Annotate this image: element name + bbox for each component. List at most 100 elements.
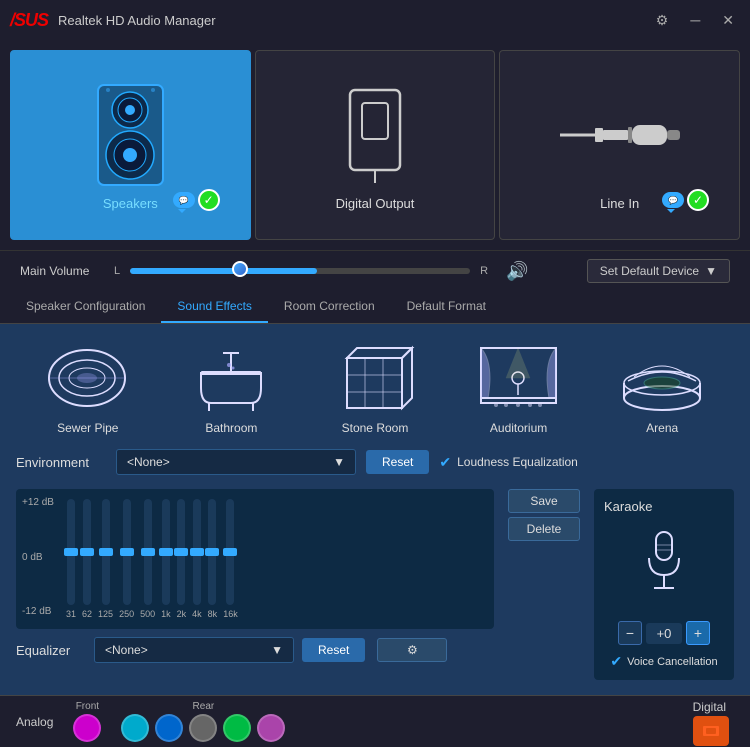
karaoke-plus-button[interactable]: + bbox=[686, 621, 710, 645]
voice-cancellation-checkbox[interactable]: ✔ Voice Cancellation bbox=[610, 653, 717, 670]
close-button[interactable]: ✕ bbox=[716, 10, 740, 31]
karaoke-value: +0 bbox=[646, 623, 682, 644]
eq-band-4k[interactable]: 4k bbox=[192, 499, 202, 619]
bottom-bar: Analog Front Rear Digital bbox=[0, 695, 750, 747]
front-label: Front bbox=[76, 701, 99, 712]
device-card-digital-output[interactable]: Digital Output bbox=[255, 50, 496, 240]
rear-jack-2[interactable] bbox=[155, 714, 183, 742]
asus-logo: /SUS bbox=[10, 10, 48, 31]
titlebar-controls: ⚙ ─ ✕ bbox=[650, 10, 740, 31]
speech-bubble-icon: 💬 bbox=[173, 192, 195, 208]
rear-jacks-row bbox=[121, 714, 285, 742]
eq-settings-button[interactable]: ⚙ bbox=[377, 638, 447, 662]
auditorium-icon bbox=[474, 340, 564, 415]
line-in-speech-icon: 💬 bbox=[662, 192, 684, 208]
minimize-button[interactable]: ─ bbox=[684, 10, 706, 30]
env-item-bathroom[interactable]: Bathroom bbox=[186, 340, 276, 435]
delete-button[interactable]: Delete bbox=[508, 517, 581, 541]
eq-band-16k[interactable]: 16k bbox=[223, 499, 238, 619]
front-jack[interactable] bbox=[73, 714, 101, 742]
eq-area: +12 dB 0 dB -12 dB 31 62 bbox=[16, 489, 734, 680]
karaoke-controls: − +0 + bbox=[618, 621, 710, 645]
line-in-label: Line In bbox=[600, 196, 639, 211]
digital-jack-icon[interactable] bbox=[693, 716, 729, 746]
check-icon: ✓ bbox=[198, 189, 220, 211]
line-in-check-icon: ✓ bbox=[687, 189, 709, 211]
volume-slider-track[interactable] bbox=[130, 268, 470, 274]
eq-band-31[interactable]: 31 bbox=[66, 499, 76, 619]
tab-speaker-configuration[interactable]: Speaker Configuration bbox=[10, 291, 161, 323]
speakers-status: 💬 ✓ bbox=[173, 189, 220, 211]
eq-band-1k[interactable]: 1k bbox=[161, 499, 171, 619]
stone-room-label: Stone Room bbox=[342, 421, 409, 435]
eq-band-8k[interactable]: 8k bbox=[208, 499, 218, 619]
eq-sliders-container: +12 dB 0 dB -12 dB 31 62 bbox=[16, 489, 494, 629]
digital-output-icon bbox=[335, 80, 415, 190]
speakers-icon bbox=[90, 80, 170, 190]
stone-room-icon bbox=[330, 340, 420, 415]
speakers-label: Speakers bbox=[103, 196, 158, 211]
voice-cancel-check-icon: ✔ bbox=[610, 653, 622, 670]
rear-jack-5[interactable] bbox=[257, 714, 285, 742]
tab-default-format[interactable]: Default Format bbox=[391, 291, 502, 323]
device-card-speakers[interactable]: 💬 ✓ Speakers bbox=[10, 50, 251, 240]
save-delete-buttons: Save Delete bbox=[508, 489, 581, 541]
bathroom-icon bbox=[186, 340, 276, 415]
equalizer-main: +12 dB 0 dB -12 dB 31 62 bbox=[16, 489, 494, 680]
eq-band-125[interactable]: 125 bbox=[98, 499, 113, 619]
env-item-sewer-pipe[interactable]: Sewer Pipe bbox=[43, 340, 133, 435]
dropdown-arrow-icon: ▼ bbox=[333, 455, 345, 469]
front-jacks-group: Front bbox=[73, 701, 101, 742]
eq-band-250[interactable]: 250 bbox=[119, 499, 134, 619]
equalizer-dropdown[interactable]: <None> ▼ bbox=[94, 637, 294, 663]
front-jacks-row bbox=[73, 714, 101, 742]
r-label: R bbox=[480, 265, 488, 277]
environment-icons-row: Sewer Pipe bbox=[16, 340, 734, 435]
main-window: /SUS Realtek HD Audio Manager ⚙ ─ ✕ bbox=[0, 0, 750, 747]
auditorium-label: Auditorium bbox=[490, 421, 547, 435]
digital-section: Digital bbox=[693, 698, 734, 746]
bathroom-label: Bathroom bbox=[205, 421, 257, 435]
volume-label: Main Volume bbox=[20, 264, 100, 278]
check-icon: ✔ bbox=[439, 454, 451, 471]
volume-area: Main Volume L R 🔊 Set Default Device ▼ bbox=[0, 250, 750, 291]
equalizer-label: Equalizer bbox=[16, 643, 86, 658]
digital-output-label: Digital Output bbox=[336, 196, 415, 211]
eq-band-2k[interactable]: 2k bbox=[177, 499, 187, 619]
window-title: Realtek HD Audio Manager bbox=[58, 13, 640, 28]
karaoke-minus-button[interactable]: − bbox=[618, 621, 642, 645]
eq-dropdown-arrow-icon: ▼ bbox=[271, 643, 283, 657]
eq-save-delete-col: Save Delete bbox=[504, 489, 584, 680]
loudness-equalization-checkbox[interactable]: ✔ Loudness Equalization bbox=[439, 454, 578, 471]
tab-room-correction[interactable]: Room Correction bbox=[268, 291, 391, 323]
volume-slider-fill bbox=[130, 268, 317, 274]
eq-band-62[interactable]: 62 bbox=[82, 499, 92, 619]
rear-jack-4[interactable] bbox=[223, 714, 251, 742]
default-device-button[interactable]: Set Default Device ▼ bbox=[587, 259, 730, 283]
settings-button[interactable]: ⚙ bbox=[650, 10, 675, 31]
tab-sound-effects[interactable]: Sound Effects bbox=[161, 291, 268, 323]
arena-label: Arena bbox=[646, 421, 678, 435]
env-item-arena[interactable]: Arena bbox=[617, 340, 707, 435]
digital-label: Digital bbox=[693, 700, 726, 714]
analog-label: Analog bbox=[16, 715, 53, 729]
titlebar: /SUS Realtek HD Audio Manager ⚙ ─ ✕ bbox=[0, 0, 750, 40]
env-item-stone-room[interactable]: Stone Room bbox=[330, 340, 420, 435]
save-button[interactable]: Save bbox=[508, 489, 581, 513]
environment-dropdown[interactable]: <None> ▼ bbox=[116, 449, 356, 475]
eq-controls-row: Equalizer <None> ▼ Reset ⚙ bbox=[16, 637, 494, 663]
rear-label: Rear bbox=[193, 701, 215, 712]
env-item-auditorium[interactable]: Auditorium bbox=[474, 340, 564, 435]
rear-jack-1[interactable] bbox=[121, 714, 149, 742]
environment-label: Environment bbox=[16, 455, 106, 470]
karaoke-title: Karaoke bbox=[604, 499, 652, 514]
environment-controls: Environment <None> ▼ Reset ✔ Loudness Eq… bbox=[16, 449, 734, 475]
eq-band-500[interactable]: 500 bbox=[140, 499, 155, 619]
line-in-icon bbox=[580, 80, 660, 190]
device-card-line-in[interactable]: 💬 ✓ Line In bbox=[499, 50, 740, 240]
equalizer-reset-button[interactable]: Reset bbox=[302, 638, 365, 662]
rear-jack-3[interactable] bbox=[189, 714, 217, 742]
arena-icon bbox=[617, 340, 707, 415]
environment-reset-button[interactable]: Reset bbox=[366, 450, 429, 474]
volume-slider-thumb[interactable] bbox=[232, 261, 248, 277]
